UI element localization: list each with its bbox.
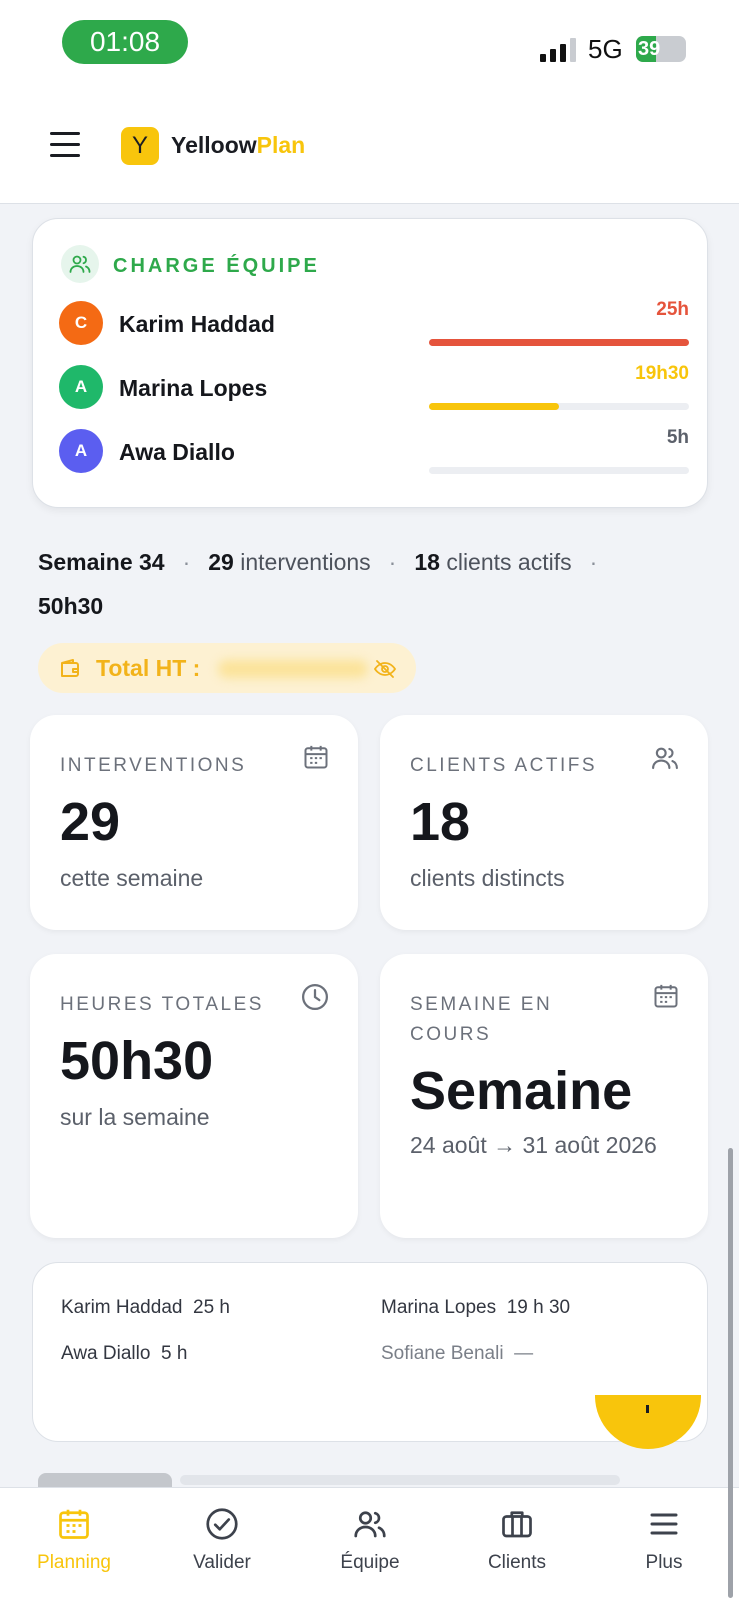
stat-value: Semaine bbox=[410, 1061, 633, 1121]
load-bar-fill bbox=[429, 403, 559, 410]
avatar: A bbox=[59, 365, 103, 409]
member-hours: 5h bbox=[666, 427, 689, 448]
signal-icon bbox=[540, 38, 578, 62]
nav-clients[interactable]: Clients bbox=[457, 1506, 577, 1574]
member-name: Karim Haddad bbox=[119, 311, 275, 337]
stat-sub: 24 août → 31 août 2026 bbox=[410, 1132, 657, 1158]
network-label: 5G bbox=[588, 34, 623, 64]
stat-value: 50h30 bbox=[60, 1031, 214, 1091]
hours-item-value: 5 h bbox=[160, 1343, 188, 1364]
nav-label: Valider bbox=[193, 1552, 251, 1573]
stat-label: CLIENTS ACTIFS bbox=[410, 755, 598, 776]
status-bar: 01:08 5G 39 bbox=[0, 0, 739, 90]
hours-item-name: Marina Lopes bbox=[381, 1297, 497, 1318]
stat-card-clients[interactable]: CLIENTS ACTIFS 18 clients distincts bbox=[380, 715, 708, 930]
hours-item: Sofiane Benali — bbox=[381, 1343, 533, 1365]
users-icon bbox=[652, 747, 678, 770]
briefcase-icon bbox=[502, 1511, 532, 1538]
stat-value: 29 bbox=[60, 792, 121, 852]
summary-week: Semaine 34 bbox=[38, 549, 165, 575]
stat-sub: clients distincts bbox=[410, 865, 565, 891]
hours-item: Karim Haddad 25 h bbox=[61, 1297, 230, 1319]
summary-interventions-label: interventions bbox=[240, 549, 371, 575]
hours-item-value: 25 h bbox=[193, 1297, 230, 1318]
hours-item: Awa Diallo 5 h bbox=[61, 1343, 187, 1365]
stat-card-interventions[interactable]: INTERVENTIONS 29 cette semaine bbox=[30, 715, 358, 930]
team-member-row[interactable]: C Karim Haddad 25h bbox=[59, 299, 689, 349]
menu-icon bbox=[650, 1513, 678, 1535]
calendar-icon bbox=[304, 745, 328, 769]
nav-valider[interactable]: Valider bbox=[162, 1506, 282, 1574]
nav-label: Équipe bbox=[340, 1552, 400, 1573]
load-bar bbox=[429, 467, 689, 474]
logo-icon: Y bbox=[121, 127, 159, 165]
avatar: A bbox=[59, 429, 103, 473]
hours-item: Marina Lopes 19 h 30 bbox=[381, 1297, 570, 1319]
list-item-text bbox=[180, 1475, 620, 1485]
summary-interventions-count: 29 bbox=[208, 549, 234, 575]
status-time: 01:08 bbox=[62, 20, 188, 64]
team-member-row[interactable]: A Awa Diallo 5h bbox=[59, 427, 689, 477]
stat-label: SEMAINE EN COURS bbox=[410, 994, 553, 1045]
nav-label: Plus bbox=[645, 1552, 683, 1573]
summary-total-hours: 50h30 bbox=[38, 593, 104, 619]
stat-card-hours[interactable]: HEURES TOTALES 50h30 sur la semaine bbox=[30, 954, 358, 1238]
plus-icon bbox=[646, 1405, 649, 1413]
list-item-chip bbox=[38, 1473, 172, 1487]
users-icon bbox=[61, 245, 99, 283]
scrollbar[interactable] bbox=[728, 1148, 733, 1598]
nav-label: Planning bbox=[37, 1552, 111, 1573]
brand-part-1: Yelloow bbox=[171, 132, 257, 158]
calendar-icon bbox=[654, 984, 678, 1008]
total-ht-label: Total HT : bbox=[96, 655, 201, 681]
hours-item-value: 19 h 30 bbox=[506, 1297, 571, 1318]
brand-name: YelloowPlan bbox=[171, 132, 305, 159]
week-summary: Semaine 34 · 29 interventions · 18 clients a… bbox=[38, 549, 598, 619]
team-load-card: CHARGE ÉQUIPE C Karim Haddad 25h A Marin… bbox=[32, 218, 708, 508]
calendar-icon bbox=[59, 1509, 89, 1539]
hours-item-name: Karim Haddad bbox=[61, 1297, 183, 1318]
load-bar bbox=[429, 339, 689, 346]
stat-label: INTERVENTIONS bbox=[60, 755, 247, 776]
stat-label: HEURES TOTALES bbox=[60, 994, 264, 1015]
hours-item-value: — bbox=[514, 1343, 534, 1364]
wallet-icon bbox=[61, 659, 79, 677]
total-ht-pill[interactable]: Total HT : bbox=[38, 643, 416, 693]
bottom-nav: Planning Valider Équipe Clients Plus bbox=[0, 1487, 739, 1600]
check-circle-icon bbox=[206, 1508, 238, 1540]
nav-equipe[interactable]: Équipe bbox=[310, 1506, 430, 1574]
hours-item-name: Awa Diallo bbox=[61, 1343, 151, 1364]
team-member-row[interactable]: A Marina Lopes 19h30 bbox=[59, 363, 689, 413]
total-ht-hidden-value bbox=[218, 660, 368, 678]
nav-label: Clients bbox=[487, 1552, 547, 1573]
eye-off-icon[interactable] bbox=[373, 657, 397, 681]
nav-plus[interactable]: Plus bbox=[604, 1506, 724, 1574]
menu-icon[interactable] bbox=[50, 132, 80, 158]
stat-sub: cette semaine bbox=[60, 865, 204, 891]
app-header: Y YelloowPlan bbox=[0, 90, 739, 204]
member-name: Awa Diallo bbox=[119, 439, 235, 465]
summary-clients-label: clients actifs bbox=[446, 549, 572, 575]
member-hours: 25h bbox=[656, 299, 689, 320]
team-load-title: CHARGE ÉQUIPE bbox=[113, 255, 320, 277]
load-bar bbox=[429, 403, 689, 410]
stat-value: 18 bbox=[410, 792, 471, 852]
battery-icon: 39 bbox=[636, 36, 686, 62]
users-icon bbox=[354, 1511, 386, 1538]
brand-part-2: Plan bbox=[256, 132, 306, 158]
stat-card-week[interactable]: SEMAINE EN COURS Semaine 24 août → 31 ao… bbox=[380, 954, 708, 1238]
summary-clients-count: 18 bbox=[414, 549, 440, 575]
battery-level: 39 bbox=[638, 38, 661, 60]
avatar: C bbox=[59, 301, 103, 345]
member-name: Marina Lopes bbox=[119, 375, 268, 401]
member-hours: 19h30 bbox=[635, 363, 689, 384]
hours-item-name: Sofiane Benali bbox=[381, 1343, 504, 1364]
load-bar-fill bbox=[429, 339, 689, 346]
clock-icon bbox=[302, 984, 328, 1010]
stat-sub: sur la semaine bbox=[60, 1104, 210, 1130]
nav-planning[interactable]: Planning bbox=[14, 1506, 134, 1574]
